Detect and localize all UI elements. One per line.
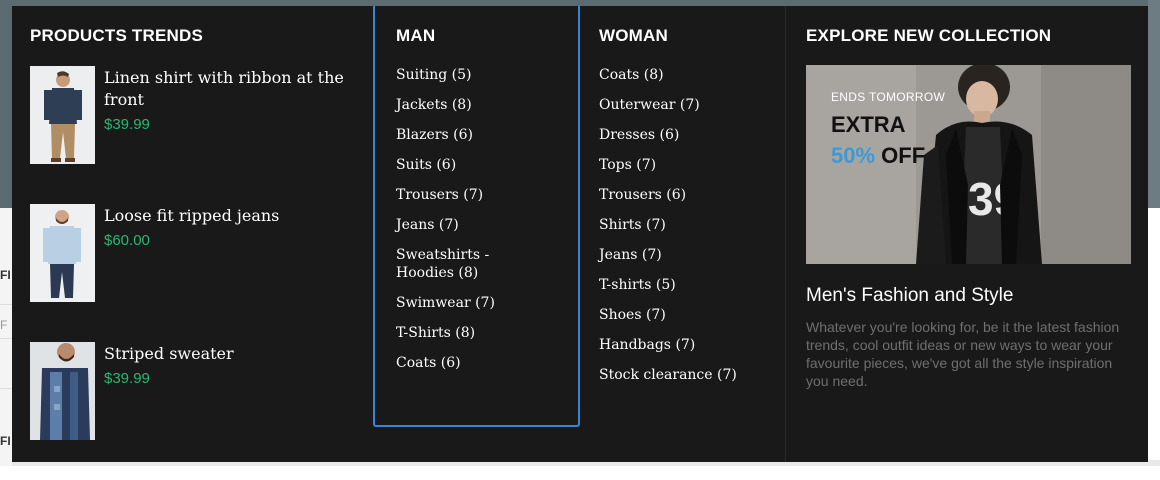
woman-category-item[interactable]: Dresses (6) <box>599 126 769 144</box>
product-price: $39.99 <box>104 116 150 133</box>
promo-ends-text: ENDS TOMORROW <box>831 90 946 104</box>
product-thumbnail[interactable] <box>30 204 95 302</box>
background-text-fragment: FI <box>0 434 11 448</box>
background-divider <box>0 338 12 339</box>
promo-discount-text: 50% OFF <box>831 143 925 169</box>
mega-menu: PRODUCTS TRENDS Linen shirt with ribbon … <box>12 6 1148 462</box>
man-category-item[interactable]: T-Shirts (8) <box>396 324 566 342</box>
woman-category-item[interactable]: Shoes (7) <box>599 306 769 324</box>
product-info: Loose fit ripped jeans $60.00 <box>104 205 344 249</box>
product-info: Striped sweater $39.99 <box>104 343 344 387</box>
product-item[interactable]: Striped sweater $39.99 <box>30 342 372 480</box>
woman-category-list: Coats (8) Outerwear (7) Dresses (6) Tops… <box>599 66 785 384</box>
man-category-item[interactable]: Swimwear (7) <box>396 294 566 312</box>
background-text-fragment: FI <box>0 268 11 282</box>
woman-category-item[interactable]: Coats (8) <box>599 66 769 84</box>
woman-category-item[interactable]: Stock clearance (7) <box>599 366 769 384</box>
explore-description: Whatever you're looking for, be it the l… <box>806 319 1120 389</box>
background-right <box>1148 208 1160 466</box>
man-column: MAN Suiting (5) Jackets (8) Blazers (6) … <box>373 6 580 427</box>
product-price: $60.00 <box>104 232 150 249</box>
explore-column: EXPLORE NEW COLLECTION 39 ENDS TOMORROW … <box>785 6 1148 462</box>
promo-banner[interactable]: 39 ENDS TOMORROW EXTRA 50% OFF <box>806 65 1131 264</box>
man-category-item[interactable]: Blazers (6) <box>396 126 566 144</box>
product-image-sweater <box>30 342 95 440</box>
product-name[interactable]: Loose fit ripped jeans <box>104 205 344 227</box>
background-hero-edge <box>1148 0 1160 208</box>
product-thumbnail[interactable] <box>30 66 95 164</box>
promo-off: OFF <box>881 143 926 168</box>
woman-category-item[interactable]: Handbags (7) <box>599 336 769 354</box>
woman-category-item[interactable]: Jeans (7) <box>599 246 769 264</box>
man-category-item[interactable]: Trousers (7) <box>396 186 566 204</box>
background-divider <box>0 388 12 389</box>
product-info: Linen shirt with ribbon at the front $39… <box>104 67 344 133</box>
products-trends-column: PRODUCTS TRENDS Linen shirt with ribbon … <box>12 6 372 462</box>
products-trends-heading: PRODUCTS TRENDS <box>30 26 204 45</box>
woman-column: WOMAN Coats (8) Outerwear (7) Dresses (6… <box>580 6 785 462</box>
promo-percent: 50% <box>831 143 876 168</box>
product-image-shirt <box>30 66 95 164</box>
man-heading[interactable]: MAN <box>396 26 578 46</box>
product-item[interactable]: Linen shirt with ribbon at the front $39… <box>30 66 372 204</box>
background-divider <box>0 304 12 305</box>
product-price: $39.99 <box>104 370 150 387</box>
woman-category-item[interactable]: Outerwear (7) <box>599 96 769 114</box>
product-name[interactable]: Striped sweater <box>104 343 344 365</box>
background-text-fragment: F <box>0 318 8 332</box>
explore-heading: EXPLORE NEW COLLECTION <box>806 26 1052 45</box>
woman-category-item[interactable]: Trousers (6) <box>599 186 769 204</box>
woman-category-item[interactable]: Tops (7) <box>599 156 769 174</box>
background-sidebar-strip: FI F FI <box>0 208 12 466</box>
product-name[interactable]: Linen shirt with ribbon at the front <box>104 67 344 111</box>
man-category-list: Suiting (5) Jackets (8) Blazers (6) Suit… <box>396 66 578 372</box>
man-category-item[interactable]: Sweatshirts - Hoodies (8) <box>396 246 551 282</box>
promo-extra-text: EXTRA <box>831 112 906 137</box>
product-thumbnail[interactable] <box>30 342 95 440</box>
product-item[interactable]: Loose fit ripped jeans $60.00 <box>30 204 372 342</box>
man-category-item[interactable]: Suits (6) <box>396 156 566 174</box>
explore-title[interactable]: Men's Fashion and Style <box>806 285 1148 307</box>
woman-heading[interactable]: WOMAN <box>599 26 785 46</box>
product-image-jeans <box>30 204 95 302</box>
man-category-item[interactable]: Jackets (8) <box>396 96 566 114</box>
man-category-item[interactable]: Suiting (5) <box>396 66 566 84</box>
man-category-item[interactable]: Jeans (7) <box>396 216 566 234</box>
man-category-item[interactable]: Coats (6) <box>396 354 566 372</box>
woman-category-item[interactable]: T-shirts (5) <box>599 276 769 294</box>
woman-category-item[interactable]: Shirts (7) <box>599 216 769 234</box>
